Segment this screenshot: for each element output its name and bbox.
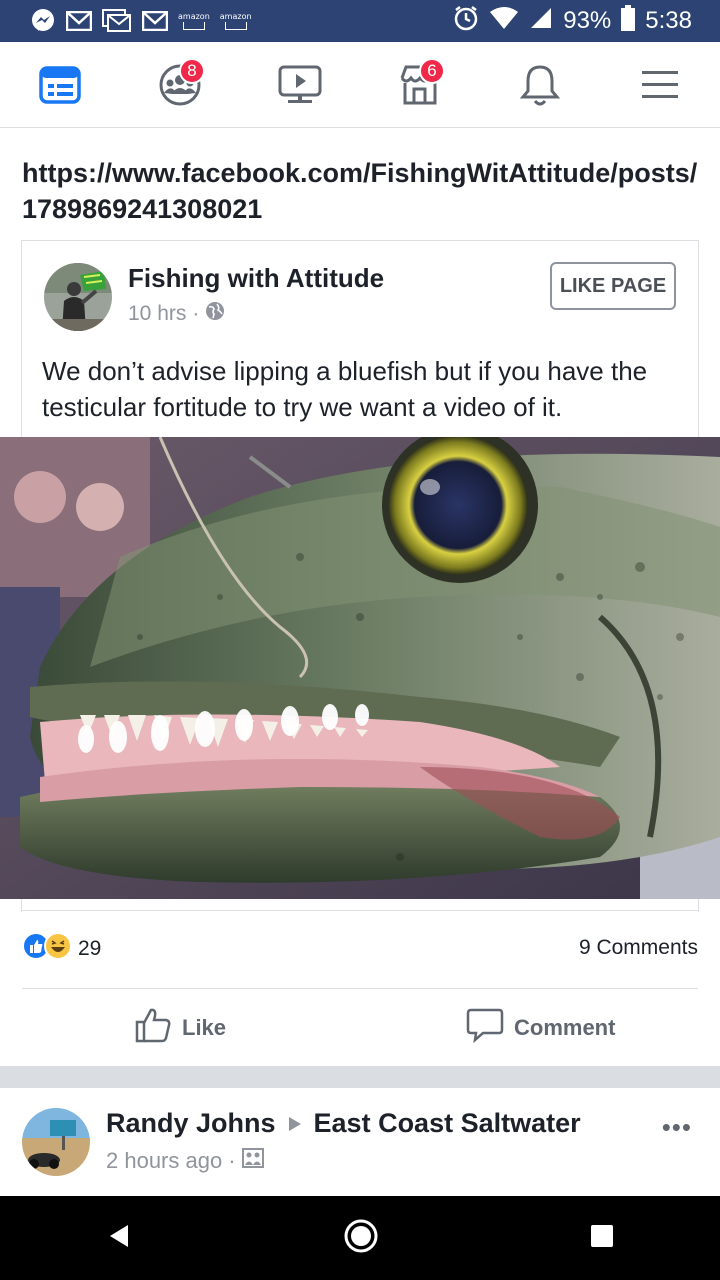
- page-avatar[interactable]: [44, 263, 112, 331]
- comment-button[interactable]: Comment: [466, 1006, 615, 1050]
- post-options-icon[interactable]: •••: [662, 1112, 692, 1143]
- comment-button-label: Comment: [514, 1015, 616, 1040]
- amazon-notification-icon: amazon: [178, 12, 210, 30]
- tab-menu[interactable]: [630, 55, 690, 115]
- comments-count-link[interactable]: 9 Comments: [579, 936, 698, 960]
- hamburger-menu-icon: [642, 70, 678, 98]
- tab-watch[interactable]: [270, 55, 330, 115]
- shared-post-text: We don’t advise lipping a bluefish but i…: [42, 356, 648, 422]
- messenger-icon: [30, 8, 56, 34]
- post-link-text[interactable]: https://www.facebook.com/FishingWitAttit…: [22, 155, 702, 227]
- tab-groups[interactable]: 8: [150, 55, 210, 115]
- next-post-header: Randy Johns East Coast Saltwater: [106, 1108, 581, 1139]
- author-avatar[interactable]: [22, 1108, 90, 1176]
- thumbs-up-icon: [134, 1007, 172, 1049]
- shared-post-time: 10 hrs: [128, 302, 187, 325]
- amazon-notification-icon: amazon: [220, 12, 252, 30]
- post-photo[interactable]: [0, 437, 720, 899]
- like-button[interactable]: Like: [134, 1006, 226, 1050]
- watch-video-icon: [278, 65, 322, 103]
- speech-bubble-icon: [466, 1007, 504, 1049]
- next-post-time[interactable]: 2 hours ago: [106, 1148, 222, 1174]
- reactions-count: 29: [78, 936, 102, 960]
- cell-signal-icon: [529, 6, 553, 37]
- haha-reaction-icon: [44, 932, 72, 965]
- shared-post-meta: 10 hrs ·: [128, 301, 225, 327]
- marketplace-badge: 6: [419, 57, 445, 84]
- meta-separator: ·: [192, 302, 200, 325]
- top-navigation-bar: 8 6: [0, 42, 720, 128]
- group-privacy-icon: [241, 1148, 264, 1174]
- reactions-summary[interactable]: 29: [22, 932, 101, 965]
- wifi-icon: [489, 6, 519, 37]
- home-icon[interactable]: [343, 1218, 379, 1259]
- battery-icon: [621, 4, 636, 38]
- post-author-name[interactable]: Randy Johns: [106, 1108, 276, 1139]
- tab-marketplace[interactable]: 6: [390, 55, 450, 115]
- globe-icon: [205, 301, 225, 327]
- shared-card-bottom-border: [21, 910, 699, 911]
- shared-page-name[interactable]: Fishing with Attitude: [128, 263, 384, 294]
- meta-separator: ·: [228, 1148, 236, 1173]
- next-post-meta: 2 hours ago ·: [106, 1148, 264, 1174]
- groups-badge: 8: [179, 57, 205, 84]
- back-icon[interactable]: [106, 1223, 132, 1254]
- facebook-feed-screen: amazon amazon 93% 5:38 8 6 https://www.f…: [0, 0, 720, 1280]
- clock-time: 5:38: [645, 7, 692, 34]
- feed-separator: [0, 1066, 720, 1088]
- bell-icon: [520, 64, 560, 105]
- triangle-right-icon: [288, 1108, 302, 1139]
- gmail-icon: [142, 11, 168, 31]
- news-feed-icon: [39, 65, 81, 104]
- tab-notifications[interactable]: [510, 55, 570, 115]
- system-navigation-bar: [0, 1196, 720, 1280]
- alarm-icon: [453, 5, 479, 38]
- like-button-label: Like: [182, 1015, 227, 1040]
- status-bar: amazon amazon 93% 5:38: [0, 0, 720, 42]
- post-group-name[interactable]: East Coast Saltwater: [314, 1108, 581, 1139]
- tab-news-feed[interactable]: [30, 55, 90, 115]
- actions-divider: [22, 988, 698, 989]
- battery-percent: 93%: [563, 7, 612, 34]
- gmail-multiple-icon: [102, 9, 132, 33]
- recents-icon[interactable]: [590, 1224, 614, 1253]
- gmail-icon: [66, 11, 92, 31]
- like-page-button[interactable]: LIKE PAGE: [550, 262, 676, 310]
